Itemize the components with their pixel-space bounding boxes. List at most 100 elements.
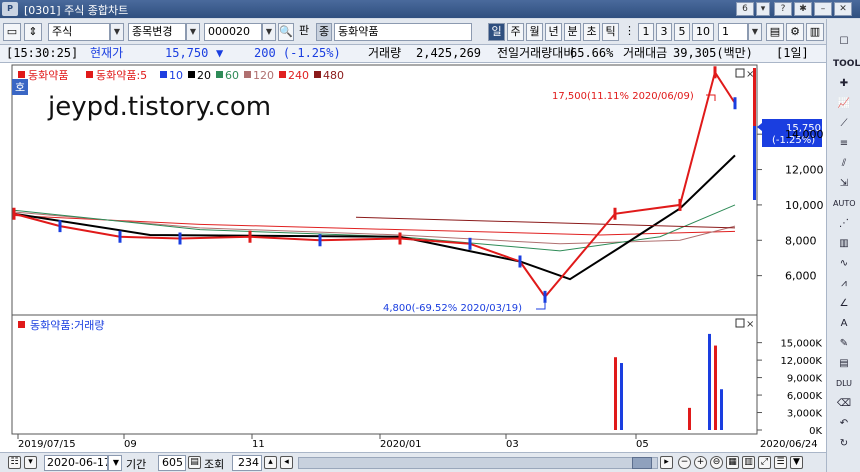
scroll-left-icon[interactable]: ◂ xyxy=(280,456,293,469)
interval-dropdown-icon[interactable]: ▼ xyxy=(748,23,762,41)
volume-tick-label: 15,000K xyxy=(780,339,822,350)
scrollbar-thumb[interactable] xyxy=(632,457,652,469)
settings-gear-icon[interactable]: ⚙ xyxy=(786,23,804,41)
filter-icon[interactable]: ▼ xyxy=(790,456,803,469)
price-point xyxy=(543,290,547,303)
jong-badge[interactable]: 종 xyxy=(316,23,332,41)
date-dropdown-icon[interactable]: ▼ xyxy=(108,455,122,471)
interval-1-button[interactable]: 1 xyxy=(638,23,654,41)
legend-ma-prefix: 동화약품:5 xyxy=(96,68,147,82)
chart-svg[interactable]: 동화약품 동화약품:5 10 20 60 120 240 480 호 jeypd.tist… xyxy=(0,63,826,472)
channel-icon[interactable]: ⫽ xyxy=(833,155,855,173)
text-tool-icon[interactable]: A xyxy=(833,315,855,333)
period-tick-button[interactable]: 틱 xyxy=(602,23,619,41)
code-dropdown-icon[interactable]: ▼ xyxy=(262,23,276,41)
tool-label-icon[interactable]: TOOL xyxy=(833,55,860,73)
chart-type-icon[interactable]: ▥ xyxy=(742,456,755,469)
calendar-toggle-icon[interactable]: ▾ xyxy=(24,456,37,469)
period-year-button[interactable]: 년 xyxy=(545,23,562,41)
expand-icon[interactable]: ⤢ xyxy=(758,456,771,469)
zoom-in-icon[interactable]: + xyxy=(694,456,707,469)
zoom-out-icon[interactable]: − xyxy=(678,456,691,469)
query-icon[interactable]: ▤ xyxy=(188,456,201,469)
period-input[interactable]: 605 xyxy=(158,455,186,471)
stock-name-field[interactable]: 동화약품 xyxy=(334,23,472,41)
bar-graph-icon[interactable]: ▤ xyxy=(833,355,855,373)
trendline-icon[interactable]: ⟋ xyxy=(833,115,855,133)
date-tick-label: 03 xyxy=(506,439,519,450)
legend-ma-60: 60 xyxy=(225,69,239,82)
auto-icon[interactable]: AUTO xyxy=(833,195,856,213)
period-label: 기간 xyxy=(126,458,147,471)
interval-10-button[interactable]: 10 xyxy=(692,23,714,41)
checkbox-tool-icon[interactable]: ☐ xyxy=(833,33,855,51)
interval-input[interactable]: 1 xyxy=(718,23,748,41)
legend-main-swatch xyxy=(18,71,25,78)
memo-icon[interactable]: ✎ xyxy=(833,335,855,353)
minimize-icon[interactable]: – xyxy=(814,2,832,16)
volume-bar xyxy=(708,333,711,430)
calendar-icon[interactable]: ☷ xyxy=(8,456,21,469)
volume-close-icon[interactable]: × xyxy=(746,319,754,330)
ho-badge[interactable]: 호 xyxy=(15,81,25,94)
price-point xyxy=(118,230,122,243)
zigzag-icon[interactable]: ⩘ xyxy=(833,275,855,293)
price-point xyxy=(613,207,617,220)
chart-area[interactable]: 동화약품 동화약품:5 10 20 60 120 240 480 호 jeypd.tist… xyxy=(0,63,826,472)
delete-icon[interactable]: ⌫ xyxy=(833,395,855,413)
crosshair-icon[interactable]: ✚ xyxy=(833,75,855,93)
date-input[interactable]: 2020-06-17 xyxy=(44,455,108,471)
zoom-reset-icon[interactable]: ⊖ xyxy=(710,456,723,469)
legend-ma-120: 120 xyxy=(253,69,274,82)
spin-up-icon[interactable]: ▴ xyxy=(264,456,277,469)
code-mode-dropdown-icon[interactable]: ▼ xyxy=(186,23,200,41)
pattern-icon[interactable]: ⋰ xyxy=(833,215,855,233)
help-icon[interactable]: ? xyxy=(774,2,792,16)
line-chart-icon[interactable]: 📈 xyxy=(833,95,855,113)
legend-ma-20: 20 xyxy=(197,69,211,82)
query-input[interactable]: 234 xyxy=(232,455,262,471)
layout-icon[interactable]: ▥ xyxy=(806,23,824,41)
dlu-icon[interactable]: DLU xyxy=(833,375,855,393)
bar-tool-icon[interactable]: ▥ xyxy=(833,235,855,253)
low-annotation: 4,800(-69.52% 2020/03/19) xyxy=(383,303,522,314)
interval-3-button[interactable]: 3 xyxy=(656,23,672,41)
angle-icon[interactable]: ∠ xyxy=(833,295,855,313)
close-icon[interactable]: ✕ xyxy=(834,2,852,16)
separator-icon: ⋮ xyxy=(624,24,635,37)
period-minute-button[interactable]: 분 xyxy=(564,23,581,41)
stock-code-input[interactable]: 000020 xyxy=(204,23,262,41)
period-day-button[interactable]: 일 xyxy=(488,23,505,41)
pan-label[interactable]: 판 xyxy=(296,23,312,41)
search-icon[interactable]: 🔍 xyxy=(278,23,294,41)
legend-ma-swatch-240 xyxy=(279,71,286,78)
menu-toggle-icon[interactable]: ▭ xyxy=(3,23,21,41)
interval-5-button[interactable]: 5 xyxy=(674,23,690,41)
scroll-right-icon[interactable]: ▸ xyxy=(660,456,673,469)
pin-icon[interactable]: ✱ xyxy=(794,2,812,16)
tab-dropdown-icon[interactable]: ▾ xyxy=(756,2,770,16)
grid-icon[interactable]: ▦ xyxy=(726,456,739,469)
list-icon[interactable]: ☰ xyxy=(774,456,787,469)
tab-number-button[interactable]: 6 xyxy=(736,2,754,16)
undo-icon[interactable]: ↶ xyxy=(833,415,855,433)
spin-icon[interactable]: ⇕ xyxy=(24,23,42,41)
legend-ma-swatch-120 xyxy=(244,71,251,78)
period-week-button[interactable]: 주 xyxy=(507,23,524,41)
save-icon[interactable]: ▤ xyxy=(766,23,784,41)
price-axis: 14,000 12,000 10,000 8,000 6,000 xyxy=(757,128,824,283)
scrollbar-track[interactable] xyxy=(298,457,658,469)
arrow-tool-icon[interactable]: ⇲ xyxy=(833,175,855,193)
market-dropdown-icon[interactable]: ▼ xyxy=(110,23,124,41)
bottom-control-bar: ☷ ▾ 2020-06-17 ▼ 기간 605 ▤ 조회 234 ▴ ◂ ▸ −… xyxy=(0,452,826,472)
fib-icon[interactable]: ≡ xyxy=(833,135,855,153)
code-mode-select[interactable]: 종목변경 xyxy=(128,23,186,41)
current-price: 15,750 xyxy=(165,46,209,60)
redo-icon[interactable]: ↻ xyxy=(833,435,855,453)
wave-icon[interactable]: ∿ xyxy=(833,255,855,273)
date-tick-label: 2019/07/15 xyxy=(18,439,76,450)
market-select[interactable]: 주식 xyxy=(48,23,110,41)
period-month-button[interactable]: 월 xyxy=(526,23,543,41)
price-tick-label: 6,000 xyxy=(785,270,817,283)
period-second-button[interactable]: 초 xyxy=(583,23,600,41)
